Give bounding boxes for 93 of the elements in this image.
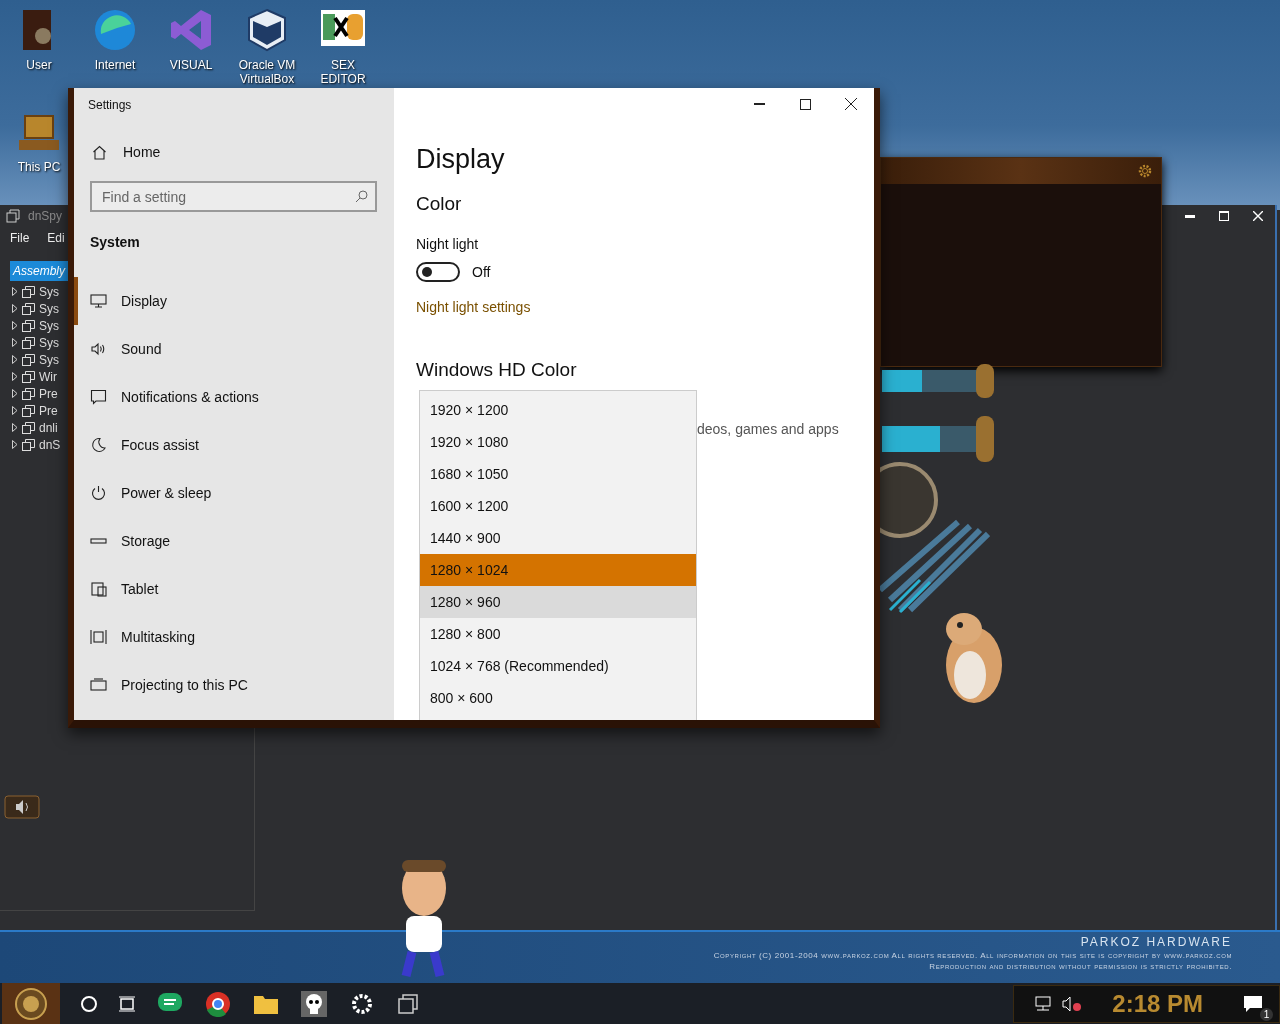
home-link[interactable]: Home	[90, 139, 161, 165]
dropdown-option[interactable]: 1440 × 900	[420, 522, 696, 554]
tablet-icon	[90, 581, 107, 597]
assembly-icon	[22, 336, 35, 349]
skull-icon[interactable]	[300, 989, 328, 1018]
speech-bubble-icon	[90, 389, 107, 405]
tree-item[interactable]: Wir	[39, 369, 57, 384]
windows-stack-icon	[6, 209, 20, 223]
dropdown-option[interactable]: 1920 × 1080	[420, 426, 696, 458]
toggle-switch[interactable]	[416, 262, 460, 282]
speaker-icon	[90, 341, 107, 357]
section-heading: Color	[416, 193, 463, 215]
assembly-icon	[22, 302, 35, 315]
search-field[interactable]: Find a setting	[90, 181, 377, 212]
nav-item[interactable]: Focus assist	[74, 421, 394, 469]
close-icon	[1253, 211, 1263, 221]
menu-item[interactable]: Edi	[47, 231, 65, 249]
moon-icon	[90, 437, 107, 453]
assembly-icon	[22, 438, 35, 451]
power-icon	[90, 485, 107, 501]
notification-count: 1	[1260, 1007, 1273, 1021]
speaker-widget-icon[interactable]	[4, 795, 40, 819]
copyright-text: Reproduction and distribution without permission is strictly prohibited.	[929, 962, 1232, 971]
icon-label: This PC	[17, 160, 61, 174]
assembly-icon	[22, 285, 35, 298]
tree-item[interactable]: dnli	[39, 420, 58, 435]
task-view-icon[interactable]	[118, 994, 136, 1013]
speaker-muted-icon[interactable]	[1062, 995, 1083, 1012]
assembly-icon	[22, 370, 35, 383]
window-title: dnSpy	[28, 209, 63, 223]
dropdown-option[interactable]: 1280 × 800	[420, 618, 696, 650]
minimize-icon	[753, 103, 765, 105]
dropdown-option[interactable]: 1024 × 768 (Recommended)	[420, 650, 696, 682]
maximize-icon	[799, 98, 811, 110]
icon-label: SEX	[331, 58, 355, 72]
tree-item[interactable]: Sys	[39, 301, 59, 316]
dropdown-option[interactable]: 1280 × 1024	[420, 554, 696, 586]
browser-icon[interactable]	[204, 989, 232, 1018]
tree-item[interactable]: Sys	[39, 335, 59, 350]
dropdown-option[interactable]: 800 × 600	[420, 682, 696, 714]
tree-item[interactable]: Pre	[39, 386, 58, 401]
panel-tab[interactable]: Assembly	[10, 261, 68, 281]
assembly-icon	[22, 319, 35, 332]
assembly-icon	[22, 404, 35, 417]
menu-item[interactable]: File	[10, 231, 30, 249]
tree-item[interactable]: Pre	[39, 403, 58, 418]
icon-label: EDITOR	[320, 72, 366, 86]
assembly-icon	[22, 353, 35, 366]
dropdown-option[interactable]: 1280 × 960	[420, 586, 696, 618]
nav-item[interactable]: Power & sleep	[74, 469, 394, 517]
description-text: deos, games and apps	[697, 421, 839, 437]
setting-label: Night light	[416, 236, 480, 252]
home-icon	[92, 144, 107, 160]
section-heading: Windows HD Color	[416, 359, 578, 381]
banner-title: PARKOZ HARDWARE	[1080, 935, 1232, 949]
icon-label: Oracle VM	[238, 58, 296, 72]
page-title: Display	[416, 144, 506, 175]
close-icon	[845, 98, 857, 110]
maximize-icon	[1219, 211, 1229, 221]
gear-icon[interactable]	[1137, 163, 1153, 179]
search-icon[interactable]	[80, 994, 98, 1013]
nav-item[interactable]: Storage	[74, 517, 394, 565]
nav-item[interactable]: Multitasking	[74, 613, 394, 661]
minimize-icon	[1185, 214, 1195, 218]
nav-item[interactable]: Tablet	[74, 565, 394, 613]
clock[interactable]: 2:18 PM	[1112, 989, 1203, 1018]
section-heading: System	[90, 234, 141, 250]
nav-item[interactable]: Notifications & actions	[74, 373, 394, 421]
dropdown-option[interactable]: 1920 × 1200	[420, 394, 696, 426]
assembly-icon	[22, 387, 35, 400]
icon-label: Internet	[94, 58, 136, 72]
icon-label: VISUAL	[169, 58, 213, 72]
tree-item[interactable]: Sys	[39, 318, 59, 333]
windows-icon	[90, 629, 107, 645]
tree-item[interactable]: dnS	[39, 437, 61, 452]
toggle-state: Off	[472, 264, 491, 280]
window-title: Settings	[88, 98, 133, 114]
tree-item[interactable]: Sys	[39, 352, 59, 367]
network-icon[interactable]	[1034, 995, 1053, 1012]
start-button[interactable]	[2, 983, 60, 1024]
nav-item[interactable]: Sound	[74, 325, 394, 373]
dropdown-option[interactable]: 1600 × 1200	[420, 490, 696, 522]
tree-item[interactable]: Sys	[39, 284, 59, 299]
icon-label: VirtualBox	[239, 72, 295, 86]
dropdown-option[interactable]: 1680 × 1050	[420, 458, 696, 490]
monitor-icon	[90, 293, 107, 309]
settings-link[interactable]: Night light settings	[416, 299, 531, 315]
icon-label: User	[26, 58, 52, 72]
copyright-text: Copyright (C) 2001-2004 www.parkoz.com All rights reserved. All information on this site is copyright by www.parkoz.com	[713, 951, 1232, 960]
assembly-icon	[22, 421, 35, 434]
projector-icon	[90, 677, 107, 693]
search-icon	[355, 190, 368, 203]
nav-item[interactable]: Projecting to this PC	[74, 661, 394, 709]
